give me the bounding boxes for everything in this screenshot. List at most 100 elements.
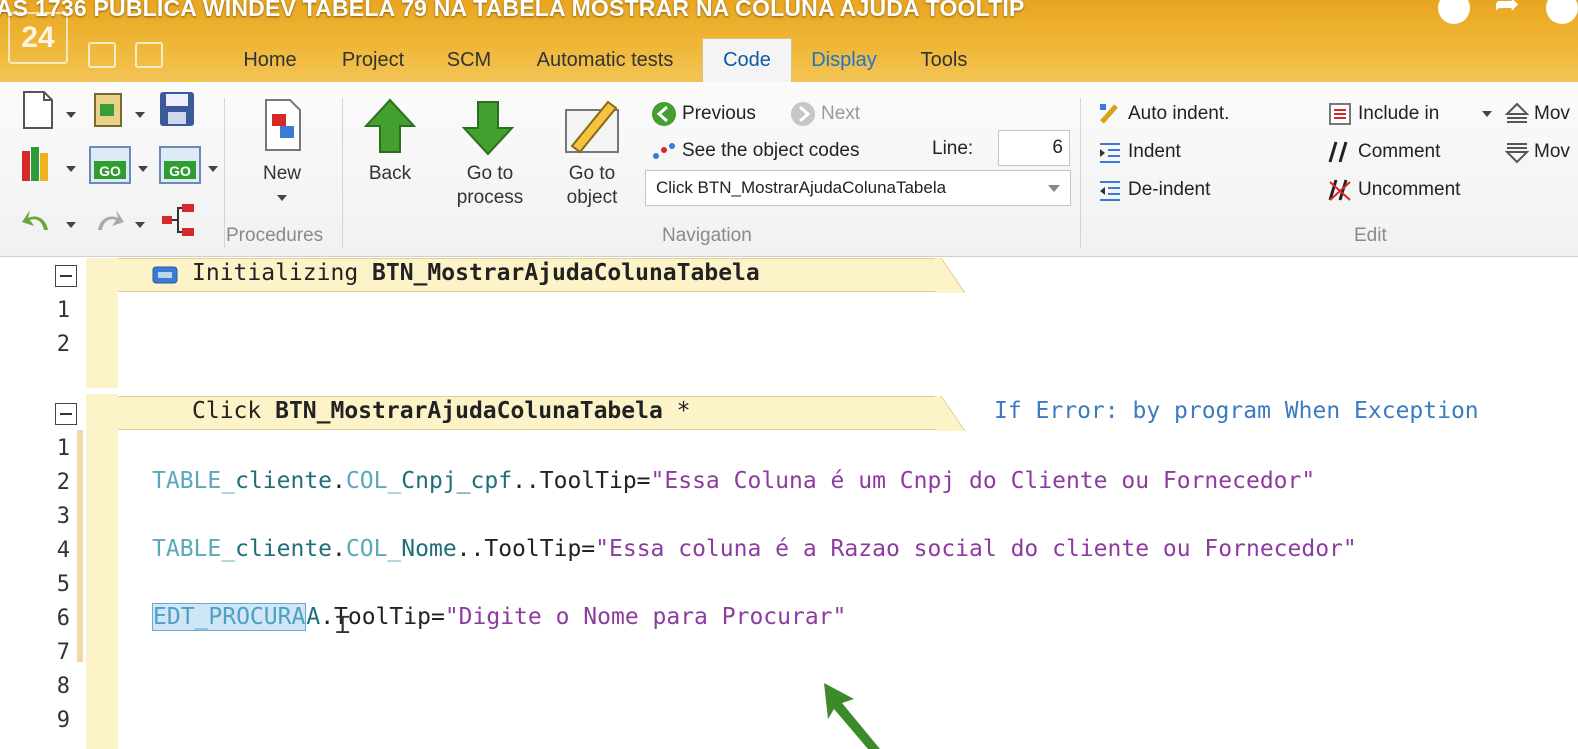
include-in-button[interactable]: Include in [1358,103,1439,125]
include-in-icon[interactable] [1328,102,1352,126]
go-to-object-button[interactable]: Go to object [550,162,634,210]
procedure-select-value: Click BTN_MostrarAjudaColunaTabela [656,178,947,197]
code-token: . [332,536,346,562]
redo-dropdown-icon[interactable] [135,222,145,228]
tab-display[interactable]: Display [800,46,888,82]
tab-tools[interactable]: Tools [908,46,980,82]
if-error-link[interactable]: If Error: by program When Exception [994,398,1479,424]
new-procedure-dropdown-icon[interactable] [277,195,287,201]
new-procedure-icon[interactable] [262,98,304,152]
go-to-process-icon[interactable] [460,98,516,156]
line-number: 7 [56,640,70,665]
object-codes-icon[interactable] [651,140,677,162]
open-project-icon[interactable] [92,90,126,130]
code-token: COL_ [345,468,402,494]
move-down-button[interactable]: Mov [1534,141,1570,163]
code-line-2[interactable]: TABLE_cliente.COL_Cnpj_cpf..ToolTip="Ess… [152,468,1315,494]
text-cursor-icon: Ɪ [336,612,350,639]
comment-button[interactable]: Comment [1358,141,1440,163]
go-project-icon[interactable]: GO [158,145,202,187]
gutter-strip [86,258,118,388]
code-token: ..ToolTip= [512,468,651,494]
next-button[interactable]: Next [821,103,860,125]
comment-icon[interactable] [1328,140,1352,164]
move-down-icon[interactable] [1505,140,1529,164]
back-button[interactable]: Back [350,162,430,186]
go-icon[interactable]: GO [88,145,132,187]
tab-automatic-tests[interactable]: Automatic tests [520,46,690,82]
line-number: 2 [56,332,70,357]
code-string: "Essa Coluna é um Cnpj do Cliente ou For… [650,468,1316,494]
layout-icon[interactable] [135,42,163,68]
go-project-dropdown-icon[interactable] [208,166,218,172]
save-icon[interactable] [158,90,196,128]
code-token: . [332,468,346,494]
gutter-strip [86,394,118,749]
go-to-process-button[interactable]: Go to process [442,162,538,210]
code-token: cliente [235,536,333,562]
tab-scm[interactable]: SCM [436,46,502,82]
line-number: 9 [56,708,70,733]
modified-marker [77,430,83,662]
code-token: cliente [235,468,333,494]
redo-icon[interactable] [92,206,126,236]
deindent-icon[interactable] [1098,178,1122,202]
move-up-button[interactable]: Mov [1534,103,1570,125]
deindent-button[interactable]: De-indent [1128,179,1210,201]
books-dropdown-icon[interactable] [66,166,76,172]
table-icon[interactable] [88,42,116,68]
back-arrow-icon[interactable] [362,98,418,156]
code-line-6[interactable]: EDT_PROCURAA.ToolTip="Digite o Nome para… [152,603,846,631]
next-icon[interactable] [790,101,816,127]
code-string: "Essa coluna é a Razao social do cliente… [595,536,1357,562]
move-up-icon[interactable] [1505,102,1529,126]
open-dropdown-icon[interactable] [135,112,145,118]
collapse-click-icon[interactable] [55,403,77,425]
info-icon[interactable] [1546,0,1578,24]
code-token: TABLE_ [152,536,236,562]
undo-icon[interactable] [20,206,54,236]
ribbon-separator [1080,98,1081,248]
watch-later-icon[interactable] [1438,0,1470,24]
new-file-dropdown-icon[interactable] [66,112,76,118]
button-control-icon [152,266,178,284]
line-label: Line: [932,138,974,159]
click-header-name: BTN_MostrarAjudaColunaTabela [275,398,663,424]
hierarchy-icon[interactable] [160,202,196,240]
indent-icon[interactable] [1098,140,1122,164]
auto-indent-button[interactable]: Auto indent. [1128,103,1229,125]
indent-button[interactable]: Indent [1128,141,1181,163]
go-to-object-icon[interactable] [562,96,622,156]
tab-code[interactable]: Code [702,38,792,88]
click-header-title: Click BTN_MostrarAjudaColunaTabela * [192,398,691,424]
code-line-4[interactable]: TABLE_cliente.COL_Nome..ToolTip="Essa co… [152,536,1357,562]
code-token: COL_ [345,536,402,562]
line-number-input[interactable]: 6 [998,130,1070,166]
uncomment-icon[interactable] [1328,178,1352,202]
collapse-init-icon[interactable] [55,265,77,287]
auto-indent-icon[interactable] [1098,102,1122,126]
code-token: ..ToolTip= [456,536,596,562]
include-in-dropdown-icon[interactable] [1482,111,1492,117]
see-object-codes-button[interactable]: See the object codes [682,140,859,162]
chevron-down-icon[interactable] [1048,185,1060,192]
previous-button[interactable]: Previous [682,103,756,125]
share-icon[interactable]: ➦ [1490,0,1524,20]
undo-dropdown-icon[interactable] [66,222,76,228]
procedure-select[interactable]: Click BTN_MostrarAjudaColunaTabela [645,170,1071,206]
code-token: TABLE_ [152,468,236,494]
selected-text[interactable]: EDT_PROCURA [152,603,307,631]
code-editor[interactable]: Initializing BTN_MostrarAjudaColunaTabel… [0,258,1578,749]
new-file-icon[interactable] [20,90,56,130]
new-procedure-button[interactable]: New [242,162,322,186]
previous-icon[interactable] [651,101,677,127]
go-dropdown-icon[interactable] [138,166,148,172]
tab-project[interactable]: Project [329,46,417,82]
click-header-prefix: Click [192,398,276,424]
header-tail [935,258,965,293]
uncomment-button[interactable]: Uncomment [1358,179,1460,201]
line-number: 1 [56,436,70,461]
books-icon[interactable] [20,145,56,185]
init-header-title: Initializing BTN_MostrarAjudaColunaTabel… [192,260,760,286]
tab-home[interactable]: Home [230,46,310,82]
